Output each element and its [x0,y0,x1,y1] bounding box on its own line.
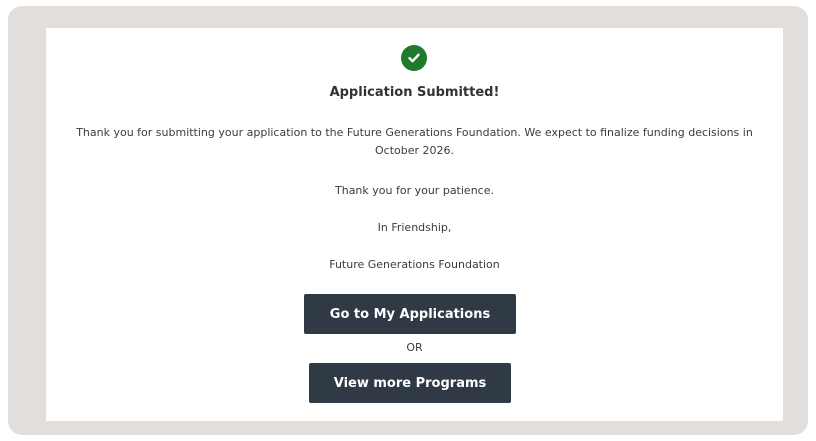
page: Application Submitted! Thank you for sub… [0,0,816,441]
patience-text: Thank you for your patience. [335,184,494,197]
signature-text: Future Generations Foundation [329,258,500,271]
confirmation-card: Application Submitted! Thank you for sub… [46,28,783,421]
confirmation-message: Thank you for submitting your applicatio… [76,126,753,157]
go-to-my-applications-button[interactable]: Go to My Applications [304,294,516,334]
view-more-programs-button[interactable]: View more Programs [309,363,511,403]
or-separator: OR [406,341,423,354]
confirmation-title: Application Submitted! [329,85,500,100]
check-circle-icon [401,45,427,71]
closing-text: In Friendship, [377,221,452,234]
